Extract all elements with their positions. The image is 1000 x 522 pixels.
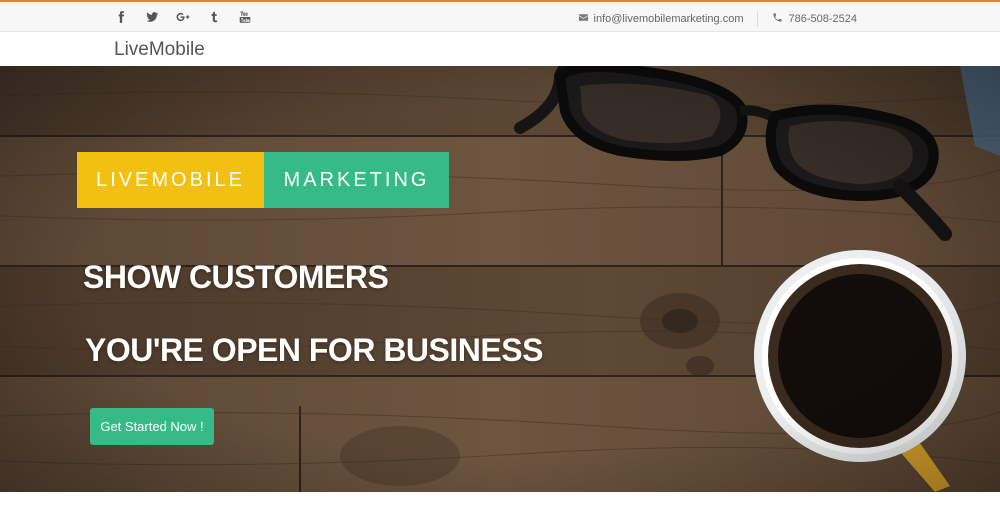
contact-info: info@livemobilemarketing.com 786-508-252… bbox=[578, 11, 857, 27]
envelope-icon bbox=[578, 12, 589, 26]
hero-headline-line1: SHOW CUSTOMERS bbox=[83, 259, 389, 295]
phone-icon bbox=[772, 12, 783, 26]
facebook-icon[interactable] bbox=[112, 8, 129, 25]
hero-headline-line2: YOU'RE OPEN FOR BUSINESS bbox=[85, 332, 543, 368]
social-links bbox=[112, 8, 253, 25]
email-text[interactable]: info@livemobilemarketing.com bbox=[594, 13, 744, 25]
email-contact[interactable]: info@livemobilemarketing.com bbox=[578, 12, 744, 26]
phone-text[interactable]: 786-508-2524 bbox=[788, 13, 857, 25]
top-bar: info@livemobilemarketing.com 786-508-252… bbox=[0, 0, 1000, 32]
phone-contact[interactable]: 786-508-2524 bbox=[772, 12, 857, 26]
brand-logo[interactable]: LiveMobile bbox=[114, 39, 205, 61]
contact-divider bbox=[757, 11, 759, 27]
page-below-hero bbox=[0, 492, 1000, 522]
youtube-icon[interactable] bbox=[236, 8, 253, 25]
tumblr-icon[interactable] bbox=[205, 8, 222, 25]
navbar: LiveMobile bbox=[0, 32, 1000, 66]
get-started-button[interactable]: Get Started Now ! bbox=[90, 408, 214, 445]
brand-tag-marketing: MARKETING bbox=[264, 152, 449, 208]
google-plus-icon[interactable] bbox=[174, 8, 191, 25]
hero-section: LIVEMOBILE MARKETING SHOW CUSTOMERS YOU'… bbox=[0, 66, 1000, 492]
brand-tag-livemobile: LIVEMOBILE bbox=[77, 152, 264, 208]
twitter-icon[interactable] bbox=[143, 8, 160, 25]
